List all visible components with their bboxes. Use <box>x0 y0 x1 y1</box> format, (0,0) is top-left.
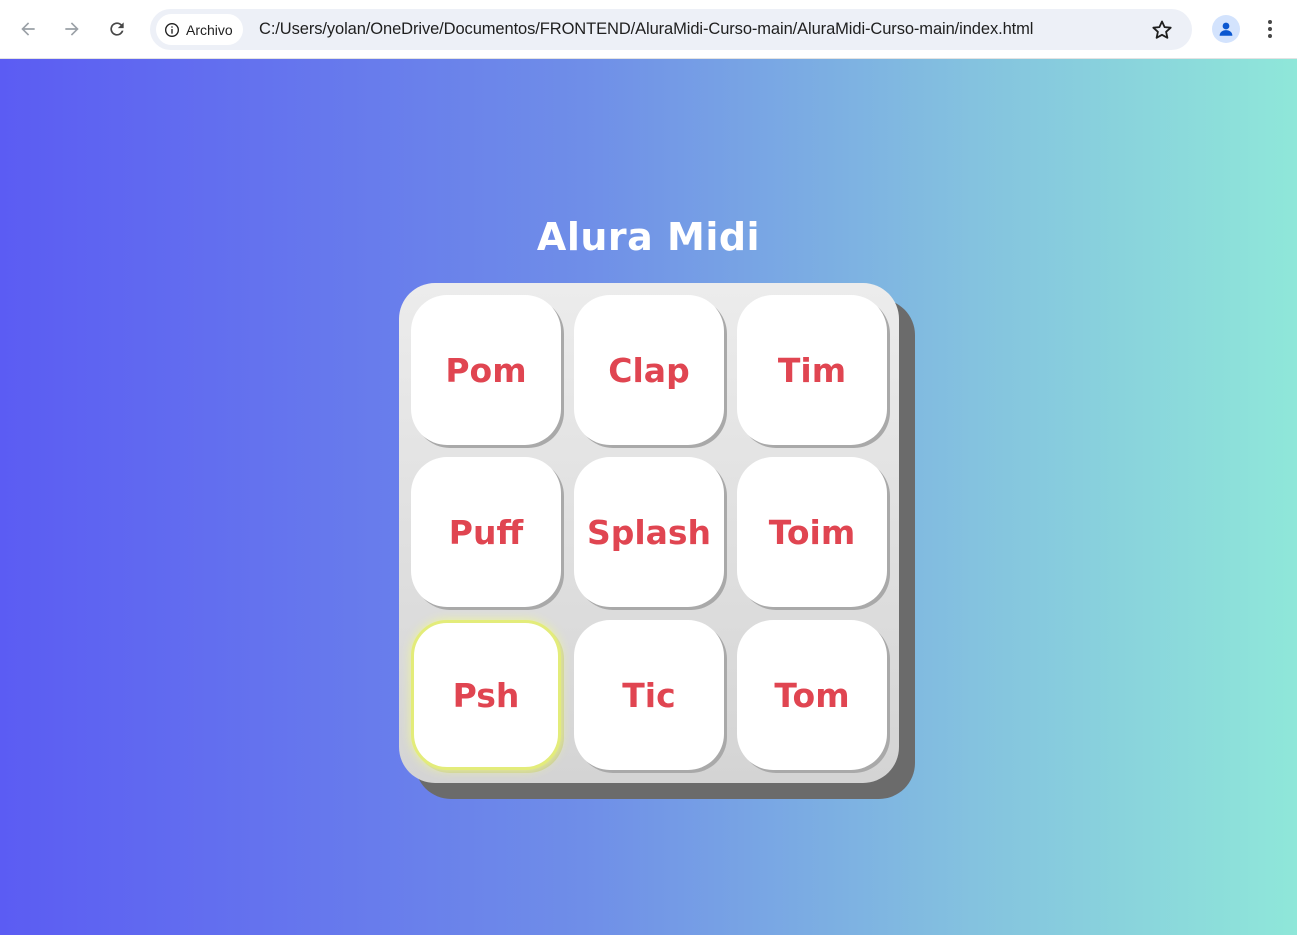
url-text[interactable]: C:/Users/yolan/OneDrive/Documentos/FRONT… <box>259 20 1033 39</box>
reload-button[interactable] <box>101 13 133 45</box>
forward-button[interactable] <box>56 13 88 45</box>
arrow-right-icon <box>65 22 79 36</box>
site-info-chip[interactable]: Archivo <box>156 14 243 45</box>
key-tic[interactable]: Tic <box>574 620 724 770</box>
more-vert-icon <box>1268 20 1272 38</box>
key-tim[interactable]: Tim <box>737 295 887 445</box>
site-info-label: Archivo <box>186 21 233 38</box>
profile-button[interactable] <box>1212 15 1240 43</box>
key-splash[interactable]: Splash <box>574 457 724 607</box>
page-body: Alura Midi Pom Clap Tim Puff Splash Toim… <box>0 59 1297 935</box>
key-puff[interactable]: Puff <box>411 457 561 607</box>
address-bar[interactable]: Archivo C:/Users/yolan/OneDrive/Document… <box>150 9 1192 50</box>
back-button[interactable] <box>12 13 44 45</box>
key-tom[interactable]: Tom <box>737 620 887 770</box>
browser-toolbar: Archivo C:/Users/yolan/OneDrive/Document… <box>0 0 1297 59</box>
reload-icon <box>110 22 124 36</box>
key-pom[interactable]: Pom <box>411 295 561 445</box>
midi-pad-body: Pom Clap Tim Puff Splash Toim Psh Tic To… <box>399 283 899 783</box>
person-icon <box>1219 22 1233 36</box>
key-toim[interactable]: Toim <box>737 457 887 607</box>
browser-menu-button[interactable] <box>1258 15 1282 43</box>
midi-pad: Pom Clap Tim Puff Splash Toim Psh Tic To… <box>399 283 915 801</box>
arrow-left-icon <box>21 22 35 36</box>
page-title: Alura Midi <box>536 215 761 259</box>
key-clap[interactable]: Clap <box>574 295 724 445</box>
bookmark-star-icon[interactable] <box>1150 18 1174 42</box>
key-psh[interactable]: Psh <box>411 620 561 770</box>
info-icon <box>165 22 179 37</box>
